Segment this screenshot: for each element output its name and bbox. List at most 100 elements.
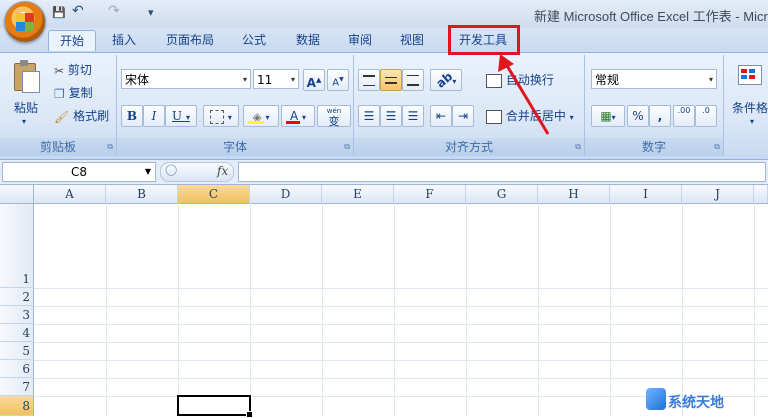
merge-center-button[interactable]: 合并后居中 ▾	[486, 107, 574, 124]
font-group: 宋体 ▾ 11 ▾ A▲ A▼ B I U ▾ ▾ ◈ ▾ A ▾ wén 变 字体 …	[117, 55, 354, 156]
tab-data[interactable]: 数据	[288, 30, 328, 50]
font-size-select[interactable]: 11 ▾	[253, 69, 299, 89]
tab-insert[interactable]: 插入	[104, 30, 144, 50]
chevron-down-icon: ▼	[144, 167, 151, 176]
align-bottom-button[interactable]	[402, 69, 424, 91]
grid-line	[394, 203, 395, 416]
row-header[interactable]: 5	[0, 342, 34, 360]
align-top-button[interactable]	[358, 69, 380, 91]
font-group-label: 字体	[117, 138, 353, 156]
tab-view[interactable]: 视图	[392, 30, 432, 50]
window-title: 新建 Microsoft Office Excel 工作表 - Micr	[534, 9, 768, 24]
border-icon	[210, 109, 225, 124]
fill-handle[interactable]	[246, 411, 253, 418]
column-header[interactable]: B	[106, 185, 178, 203]
column-header[interactable]: I	[610, 185, 682, 203]
clipboard-launcher-icon[interactable]: ⧉	[107, 142, 113, 152]
office-button[interactable]	[4, 1, 46, 43]
number-format-select[interactable]: 常规 ▾	[591, 69, 717, 89]
title-bar: 💾 ↶ ↷ ▾ 新建 Microsoft Office Excel 工作表 - …	[0, 0, 768, 43]
copy-button[interactable]: ❐ 复制	[54, 84, 93, 101]
align-left-button[interactable]: ☰	[358, 105, 380, 127]
row-header[interactable]: 3	[0, 306, 34, 324]
select-all-corner[interactable]	[0, 185, 34, 203]
formula-input[interactable]	[238, 162, 766, 182]
phonetic-button[interactable]: wén 变	[317, 105, 351, 127]
tab-review[interactable]: 审阅	[340, 30, 380, 50]
decrease-decimal-button[interactable]: .0	[695, 105, 717, 127]
column-header[interactable]: C	[178, 185, 250, 203]
chevron-down-icon: ▾	[290, 75, 295, 84]
font-launcher-icon[interactable]: ⧉	[344, 142, 350, 152]
grid-line	[466, 203, 467, 416]
comma-button[interactable]: ,	[649, 105, 671, 127]
save-icon[interactable]: 💾	[52, 6, 66, 19]
column-header[interactable]: D	[250, 185, 322, 203]
font-color-button[interactable]: A ▾	[281, 105, 315, 127]
increase-decimal-button[interactable]: .00	[673, 105, 695, 127]
column-header[interactable]: J	[682, 185, 754, 203]
column-header[interactable]: H	[538, 185, 610, 203]
accounting-format-button[interactable]: ▦▾	[591, 105, 625, 127]
bold-button[interactable]: B	[121, 105, 143, 127]
conditional-format-button[interactable]: 条件格	[732, 99, 768, 116]
grid-line	[610, 203, 611, 416]
align-bottom-icon	[407, 75, 419, 86]
undo-icon[interactable]: ↶	[72, 3, 84, 19]
row-header[interactable]: 7	[0, 378, 34, 396]
align-right-icon: ☰	[407, 109, 419, 123]
ribbon: 粘贴 ▾ ✂ 剪切 ❐ 复制 🖌 格式刷 剪贴板 ⧉ 宋体 ▾ 11 ▾ A▲ A▼…	[0, 52, 768, 160]
number-launcher-icon[interactable]: ⧉	[714, 142, 720, 152]
orientation-button[interactable]: ab▾	[430, 69, 462, 91]
increase-indent-button[interactable]: ⇥	[452, 105, 474, 127]
column-header[interactable]: F	[394, 185, 466, 203]
paste-button[interactable]: 粘贴	[14, 99, 38, 116]
chevron-down-icon[interactable]: ▾	[750, 117, 754, 126]
format-painter-button[interactable]: 🖌 格式刷	[54, 107, 109, 124]
clipboard-group: 粘贴 ▾ ✂ 剪切 ❐ 复制 🖌 格式刷 剪贴板 ⧉	[0, 55, 117, 156]
decrease-indent-button[interactable]: ⇤	[430, 105, 452, 127]
insert-function-button[interactable]: fx	[217, 164, 228, 178]
tab-page-layout[interactable]: 页面布局	[160, 30, 220, 50]
name-box-value: C8	[70, 165, 87, 179]
column-header[interactable]: A	[34, 185, 106, 203]
name-box[interactable]: C8 ▼	[2, 162, 156, 182]
alignment-launcher-icon[interactable]: ⧉	[575, 142, 581, 152]
phonetic-char: 变	[328, 115, 340, 128]
column-header[interactable]: E	[322, 185, 394, 203]
align-right-button[interactable]: ☰	[402, 105, 424, 127]
column-header[interactable]	[754, 185, 768, 203]
align-middle-button[interactable]	[380, 69, 402, 91]
cut-button[interactable]: ✂ 剪切	[54, 61, 92, 78]
paste-icon[interactable]	[10, 59, 40, 93]
row-header[interactable]: 4	[0, 324, 34, 342]
wrap-text-label: 自动换行	[505, 73, 554, 87]
merge-center-label: 合并后居中	[505, 109, 566, 123]
active-cell-c8[interactable]	[177, 395, 253, 418]
underline-button[interactable]: U ▾	[165, 105, 197, 127]
row-header[interactable]: 6	[0, 360, 34, 378]
qat-customize-icon[interactable]: ▾	[148, 6, 154, 19]
fill-color-button[interactable]: ◈ ▾	[243, 105, 279, 127]
tab-formulas[interactable]: 公式	[234, 30, 274, 50]
grid-line	[538, 203, 539, 416]
align-center-button[interactable]: ☰	[380, 105, 402, 127]
shrink-font-button[interactable]: A▼	[327, 69, 349, 91]
borders-button[interactable]: ▾	[203, 105, 239, 127]
spreadsheet-grid[interactable]: A B C D E F G H I J 1 2 3 4 5 6 7 8	[0, 185, 768, 418]
tab-home[interactable]: 开始	[48, 30, 96, 51]
percent-button[interactable]: %	[627, 105, 649, 127]
conditional-format-icon[interactable]	[738, 61, 764, 87]
row-header[interactable]: 2	[0, 288, 34, 306]
row-header[interactable]: 8	[0, 396, 34, 416]
number-group-label: 数字	[585, 138, 723, 156]
grow-font-button[interactable]: A▲	[303, 69, 325, 91]
align-center-icon: ☰	[385, 109, 397, 123]
paste-dropdown-icon[interactable]: ▾	[22, 117, 26, 126]
column-header[interactable]: G	[466, 185, 538, 203]
font-family-select[interactable]: 宋体 ▾	[121, 69, 251, 89]
italic-button[interactable]: I	[143, 105, 165, 127]
row-header[interactable]: 1	[0, 204, 34, 288]
wrap-text-button[interactable]: 自动换行	[486, 71, 554, 88]
redo-icon[interactable]: ↷	[108, 3, 120, 19]
